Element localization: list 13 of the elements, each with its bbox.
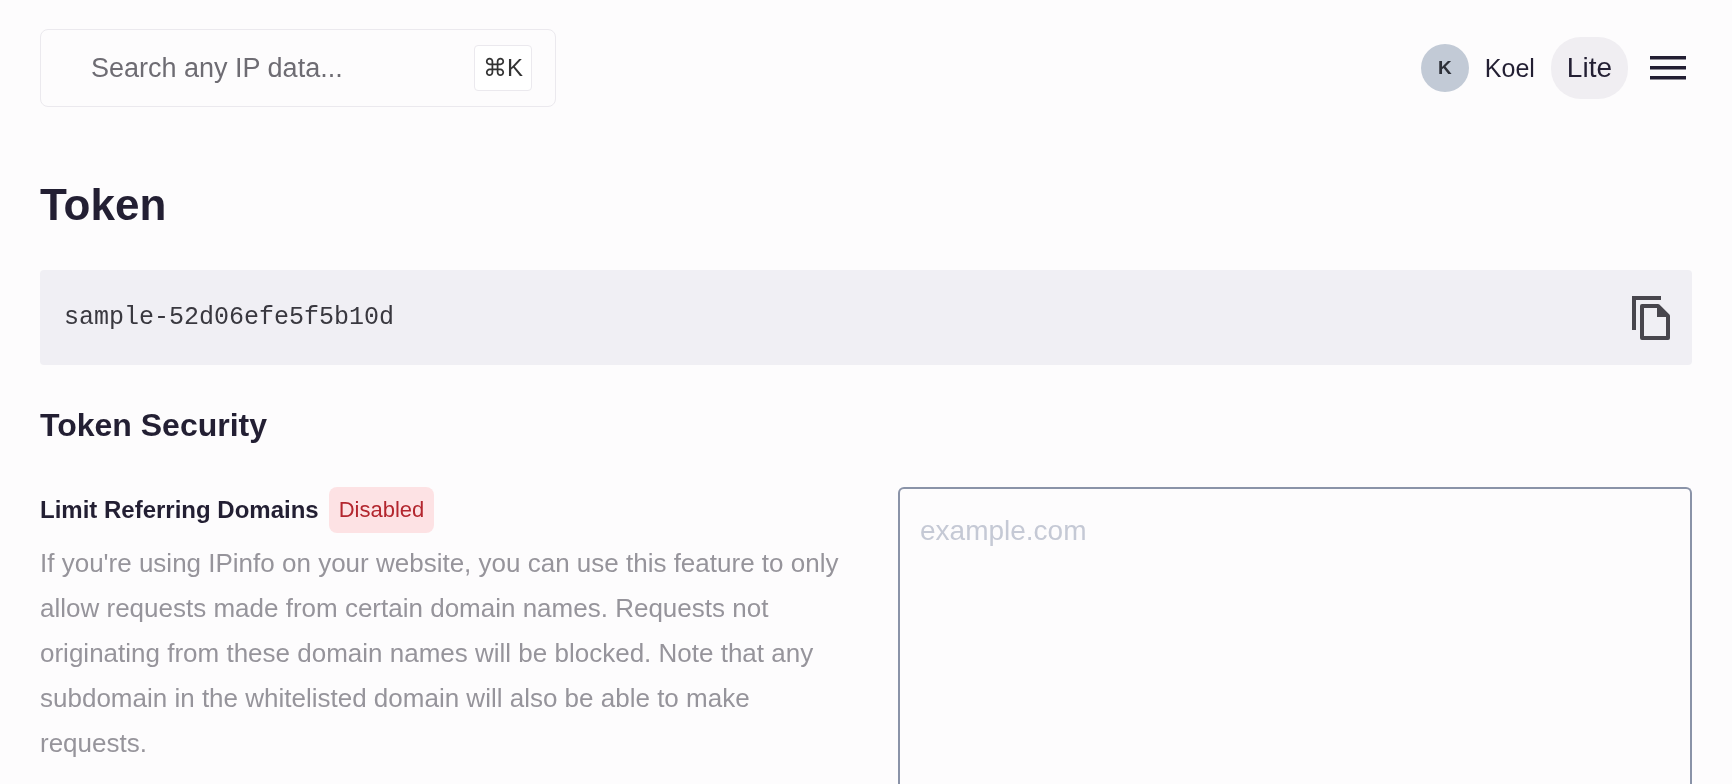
domains-field[interactable]: example.com (898, 487, 1692, 784)
section-heading: Token Security (40, 406, 268, 445)
copy-icon[interactable] (1632, 295, 1670, 340)
status-badge: Disabled (328, 487, 435, 533)
avatar[interactable]: K (1420, 44, 1469, 92)
token-value: sample-52d06efe5f5b10d (64, 303, 395, 332)
setting-label: Limit Referring Domains (40, 496, 319, 524)
plan-badge[interactable]: Lite (1550, 37, 1628, 99)
menu-icon[interactable] (1650, 55, 1686, 81)
shortcut-key: ⌘K (474, 45, 532, 91)
page-title: Token (40, 180, 167, 230)
setting-description: If you're using IPinfo on your website, you can use this feature to only allow requests made from certain domain names. Requests not originating from these domain names will be blocked. Note that any subdomain in the whitelisted domain will also be able to make requests. (40, 547, 840, 760)
user-name: Koel (1484, 53, 1535, 83)
